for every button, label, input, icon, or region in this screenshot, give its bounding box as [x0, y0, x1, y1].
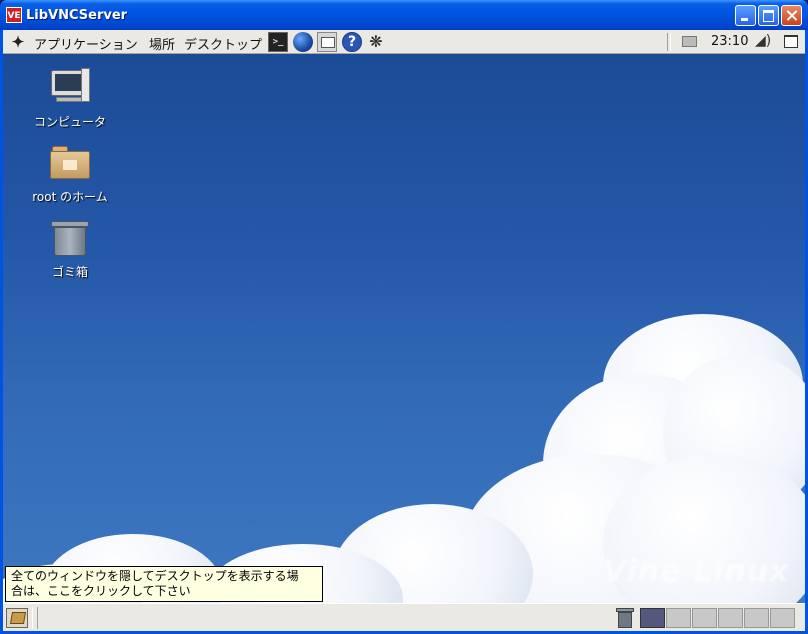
computer-icon [48, 68, 92, 108]
desktop-icon-home[interactable]: root のホーム [20, 143, 120, 205]
window-title: LibVNCServer [26, 8, 128, 23]
volume-icon[interactable]: ◢) [755, 33, 771, 49]
workspace-1[interactable] [640, 608, 665, 628]
panel-handle[interactable] [32, 607, 38, 629]
menu-desktop[interactable]: デスクトップ [184, 34, 262, 53]
top-panel: ✦ アプリケーション 場所 デスクトップ >_ ? ❋ 23:10 ◢) [3, 30, 805, 54]
terminal-icon[interactable]: >_ [268, 32, 288, 52]
tooltip-line: 合は、ここをクリックして下さい [11, 584, 191, 598]
remote-desktop-area: ✦ アプリケーション 場所 デスクトップ >_ ? ❋ 23:10 ◢) Vin… [3, 30, 805, 631]
workspace-4[interactable] [718, 608, 743, 628]
workspace-6[interactable] [770, 608, 795, 628]
mail-icon[interactable] [317, 32, 337, 52]
home-folder-icon [48, 143, 92, 183]
desktop-icon-trash[interactable]: ゴミ箱 [20, 218, 120, 280]
close-button[interactable] [781, 5, 802, 26]
desktop-icon-computer[interactable]: コンピュータ [20, 68, 120, 130]
gnome-foot-icon[interactable]: ✦ [9, 33, 27, 51]
show-desktop-tooltip: 全てのウィンドウを隠してデスクトップを表示する場 合は、ここをクリックして下さい [5, 566, 323, 602]
bug-report-icon[interactable]: ❋ [366, 32, 386, 52]
bottom-panel [3, 603, 805, 631]
vine-linux-watermark: Vine Linux [603, 554, 790, 589]
desktop-icon-label: コンピュータ [33, 115, 106, 129]
menu-places[interactable]: 場所 [149, 34, 175, 53]
desktop-icon-label: root のホーム [32, 190, 108, 204]
workspace-2[interactable] [666, 608, 691, 628]
window-title-bar[interactable]: VE LibVNCServer [0, 0, 808, 30]
trash-icon [48, 218, 92, 258]
tooltip-line: 全てのウィンドウを隠してデスクトップを表示する場 [11, 569, 299, 583]
app-icon[interactable]: VE [6, 7, 22, 23]
workspace-3[interactable] [692, 608, 717, 628]
printer-icon[interactable] [682, 36, 697, 47]
web-browser-icon[interactable] [293, 32, 313, 52]
help-icon[interactable]: ? [342, 32, 362, 52]
desktop-icon-label: ゴミ箱 [51, 265, 88, 279]
workspace-5[interactable] [744, 608, 769, 628]
menu-applications[interactable]: アプリケーション [34, 34, 138, 53]
show-desktop-button[interactable] [6, 608, 28, 628]
panel-separator [667, 33, 671, 51]
show-desktop-icon[interactable] [784, 35, 798, 48]
maximize-button[interactable] [758, 5, 779, 26]
desktop[interactable]: Vine Linux コンピュータ root のホーム ゴミ箱 [3, 54, 805, 603]
trash-applet-icon[interactable] [615, 607, 635, 629]
minimize-button[interactable] [735, 5, 756, 26]
clock[interactable]: 23:10 [711, 34, 748, 49]
vnc-window: VE LibVNCServer ✦ アプリケーション 場所 デスクトップ >_ … [0, 0, 808, 634]
